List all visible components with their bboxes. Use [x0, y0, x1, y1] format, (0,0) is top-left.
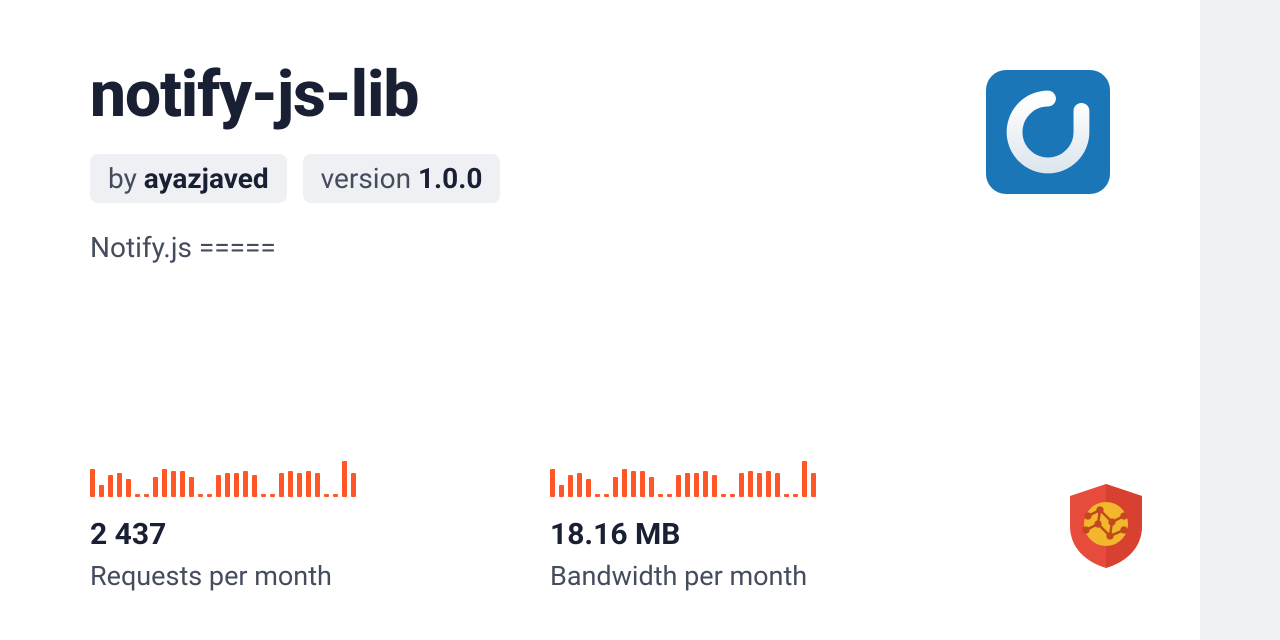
spark-bar [775, 473, 780, 497]
author-name: ayazjaved [144, 162, 269, 195]
spark-bar [180, 471, 185, 497]
spark-bar [550, 469, 555, 497]
spark-bar [631, 471, 636, 497]
version-prefix: version [321, 162, 418, 195]
spark-bar [261, 494, 266, 497]
spark-bar [604, 494, 609, 497]
spark-bar [685, 473, 690, 497]
spark-bar [117, 473, 122, 497]
spark-bar [135, 494, 140, 497]
version-value: 1.0.0 [418, 162, 482, 195]
spark-bar [252, 475, 257, 497]
spark-bar [225, 473, 230, 497]
bandwidth-label: Bandwidth per month [550, 560, 930, 592]
spark-bar [622, 469, 627, 497]
spark-bar [568, 475, 573, 497]
spark-bar [288, 471, 293, 497]
spark-bar [649, 477, 654, 497]
spark-bar [712, 475, 717, 497]
avatar[interactable] [986, 70, 1110, 194]
spark-bar [279, 473, 284, 497]
bandwidth-sparkline [550, 453, 930, 497]
spark-bar [694, 473, 699, 497]
spark-bar [351, 473, 356, 497]
spark-bar [306, 471, 311, 497]
spark-bar [216, 475, 221, 497]
version-badge[interactable]: version 1.0.0 [303, 154, 501, 203]
spark-bar [144, 494, 149, 497]
spark-bar [595, 494, 600, 497]
package-title: notify-js-lib [90, 60, 500, 130]
spark-bar [198, 494, 203, 497]
bandwidth-stat: 18.16 MB Bandwidth per month [550, 453, 930, 592]
package-card: notify-js-lib by ayazjaved version 1.0.0… [0, 0, 1200, 640]
spark-bar [108, 475, 113, 497]
spark-bar [658, 494, 663, 497]
spark-bar [315, 473, 320, 497]
spark-bar [99, 485, 104, 497]
requests-value: 2 437 [90, 517, 470, 552]
spark-bar [90, 469, 95, 497]
spark-bar [234, 473, 239, 497]
spark-bar [189, 477, 194, 497]
spark-bar [739, 473, 744, 497]
spark-bar [748, 471, 753, 497]
spark-bar [586, 479, 591, 497]
spark-bar [811, 473, 816, 497]
spark-bar [324, 494, 329, 497]
spark-bar [721, 494, 726, 497]
avatar-glyph-icon [1004, 88, 1092, 176]
header-text: notify-js-lib by ayazjaved version 1.0.0… [90, 60, 500, 264]
bandwidth-value: 18.16 MB [550, 517, 930, 552]
stats-row: 2 437 Requests per month 18.16 MB Bandwi… [90, 453, 1110, 592]
requests-stat: 2 437 Requests per month [90, 453, 470, 592]
requests-label: Requests per month [90, 560, 470, 592]
spark-bar [784, 494, 789, 497]
spark-bar [730, 494, 735, 497]
spark-bar [297, 473, 302, 497]
spark-bar [640, 471, 645, 497]
spark-bar [333, 494, 338, 497]
spark-bar [153, 477, 158, 497]
spark-bar [162, 469, 167, 497]
header-row: notify-js-lib by ayazjaved version 1.0.0… [90, 60, 1110, 264]
spark-bar [676, 475, 681, 497]
requests-sparkline [90, 453, 470, 497]
badges: by ayazjaved version 1.0.0 [90, 154, 500, 203]
spark-bar [766, 471, 771, 497]
spark-bar [243, 471, 248, 497]
author-prefix: by [108, 162, 144, 195]
spark-bar [270, 494, 275, 497]
shield-globe-icon [1066, 482, 1146, 570]
spark-bar [559, 485, 564, 497]
spark-bar [342, 461, 347, 497]
package-description: Notify.js ===== [90, 231, 500, 264]
spark-bar [667, 494, 672, 497]
spark-bar [802, 461, 807, 497]
spark-bar [126, 479, 131, 497]
spark-bar [703, 471, 708, 497]
spark-bar [171, 471, 176, 497]
spark-bar [793, 494, 798, 497]
spark-bar [207, 494, 212, 497]
spark-bar [613, 477, 618, 497]
spark-bar [577, 473, 582, 497]
spark-bar [757, 473, 762, 497]
author-badge[interactable]: by ayazjaved [90, 154, 287, 203]
